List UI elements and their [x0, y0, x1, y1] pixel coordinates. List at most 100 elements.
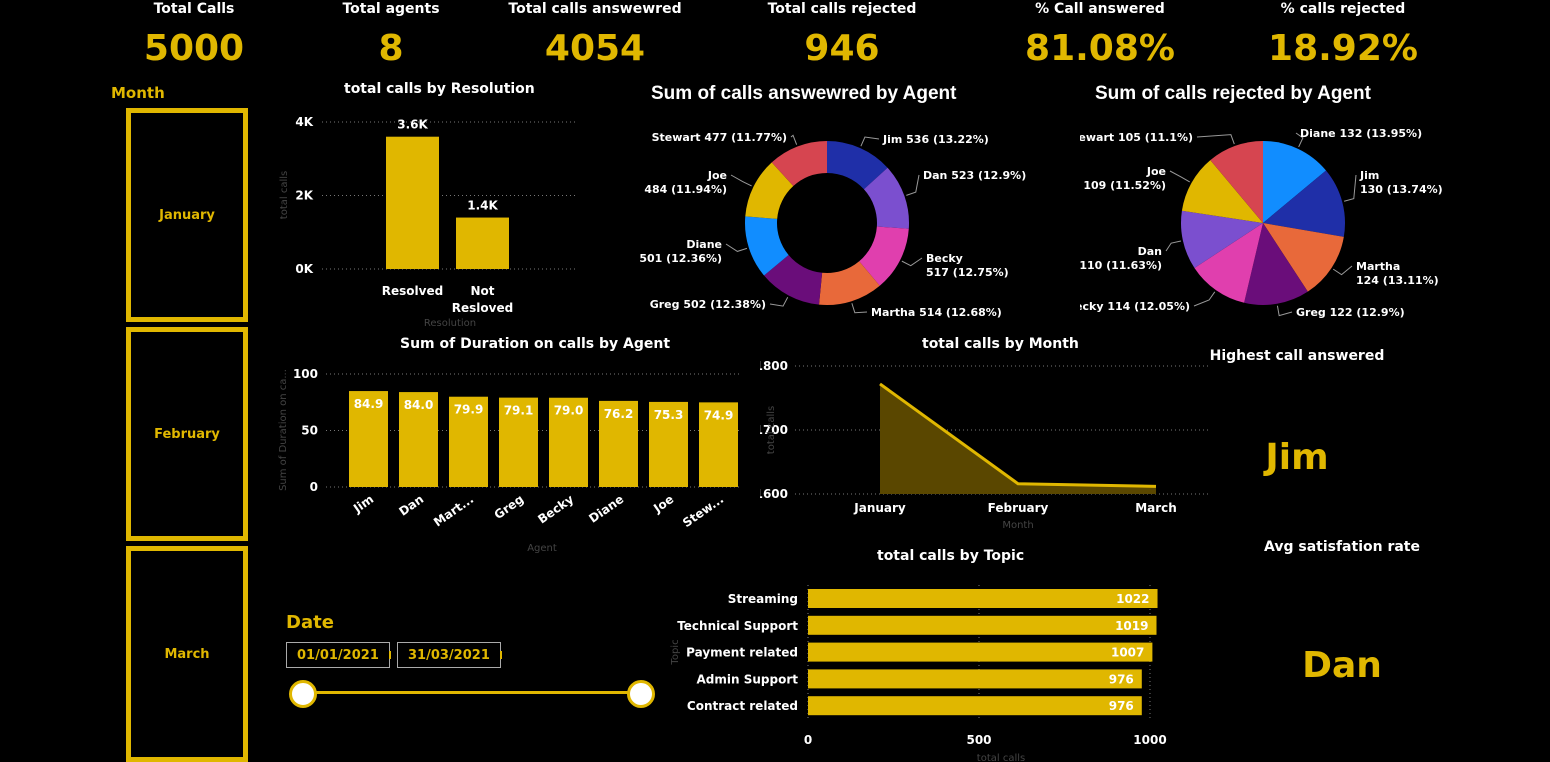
duration-bar-chart: 0 50 100 84.9 Jim 84.0 Dan 79.9 Mart... 79.1 Greg 7… — [278, 367, 740, 554]
slice-data-label: Diane 132 (13.95%) — [1300, 127, 1422, 140]
avg-satisfaction-value: Dan — [1302, 645, 1382, 686]
x-tick-label: 500 — [966, 733, 991, 747]
x-tick-label: Resolved — [382, 284, 443, 298]
highest-call-answered-label: Highest call answered — [1209, 348, 1385, 364]
month-button-label: March — [164, 646, 210, 662]
kpi-calls-rejected-value: 946 — [804, 28, 880, 69]
slice-data-label: Jim 536 (13.22%) — [882, 133, 989, 146]
chart-title-calls-by-month: total calls by Month — [922, 336, 1079, 352]
kpi-total-agents-label: Total agents — [342, 1, 440, 17]
end-date-value: 31/03/2021 — [408, 647, 490, 663]
leader-line — [1343, 174, 1357, 202]
x-tick-label: Stew... — [680, 492, 726, 530]
y-axis-label: Topic — [670, 639, 681, 665]
x-axis-label: Resolution — [424, 318, 476, 329]
month-button-label: January — [159, 207, 215, 223]
calendar-icon[interactable] — [499, 651, 502, 659]
leader-line — [730, 174, 752, 187]
bar-technical-support — [808, 615, 1157, 635]
bar-data-label: 74.9 — [704, 408, 734, 422]
y-tick-label: 4K — [295, 115, 313, 129]
topic-hbar-chart: 0 500 1000 1022 Streaming 1019 Technical Suppo… — [670, 585, 1167, 762]
bar-admin-support — [808, 669, 1142, 689]
x-tick-label: Joe — [650, 492, 676, 516]
month-area-chart: 160017001800JanuaryFebruaryMarchMonthtot… — [760, 359, 1208, 531]
leader-line — [1193, 291, 1216, 307]
bar-resolved — [386, 136, 439, 269]
calendar-icon[interactable] — [388, 651, 391, 659]
bar-not-resloved — [456, 217, 509, 269]
leader-line — [901, 257, 923, 267]
kpi-pct-rejected-value: 18.92% — [1268, 28, 1418, 69]
area-fill — [880, 383, 1156, 494]
date-slider-start-handle[interactable] — [289, 680, 317, 708]
x-tick-label: 0 — [804, 733, 812, 747]
month-button-january[interactable]: January — [126, 108, 248, 322]
month-button-label: February — [154, 426, 220, 442]
leader-line — [1276, 305, 1293, 317]
leader-line — [769, 297, 789, 307]
date-filter-title: Date — [286, 612, 334, 633]
chart-title-rejected-by-agent: Sum of calls rejected by Agent — [1095, 83, 1371, 104]
highest-call-answered-value: Jim — [1265, 437, 1329, 478]
slice-data-label: Jim 130 (13.74%) — [1359, 169, 1443, 196]
x-tick-label: 1000 — [1133, 733, 1166, 747]
bar-data-label: 84.9 — [354, 397, 384, 411]
bar-data-label: 84.0 — [404, 398, 434, 412]
leader-line — [1196, 134, 1235, 145]
x-tick-label: Diane — [586, 492, 626, 526]
y-tick-label: 2K — [295, 189, 313, 203]
bar-data-label: 79.1 — [504, 404, 534, 418]
month-button-february[interactable]: February — [126, 327, 248, 541]
kpi-total-calls-label: Total Calls — [153, 1, 235, 17]
chart-title-resolution: total calls by Resolution — [344, 81, 535, 97]
x-tick-label: February — [988, 501, 1049, 515]
y-axis-label: Sum of Duration on ca... — [278, 369, 289, 491]
kpi-calls-rejected-label: Total calls rejected — [767, 1, 917, 17]
avg-satisfaction-label: Avg satisfation rate — [1264, 539, 1420, 555]
bar-data-label: 1007 — [1111, 646, 1144, 660]
kpi-calls-answered-value: 4054 — [544, 28, 646, 69]
bar-streaming — [808, 589, 1158, 608]
kpi-total-agents-value: 8 — [378, 28, 404, 69]
x-tick-label: January — [853, 501, 906, 515]
end-date-input[interactable]: 31/03/2021 — [397, 642, 502, 668]
slice-data-label: Becky 114 (12.05%) — [1080, 300, 1190, 313]
leader-line — [860, 136, 880, 147]
resolution-bar-chart: 0K 2K 4K 3.6K Resolved 1.4K Not Resloved Resolut… — [279, 115, 576, 329]
bar-data-label: 1019 — [1115, 619, 1148, 633]
date-slider-end-handle[interactable] — [627, 680, 655, 708]
y-tick-label: 0K — [295, 262, 313, 276]
month-slicer-title: Month — [111, 84, 165, 102]
chart-title-duration-by-agent: Sum of Duration on calls by Agent — [400, 336, 671, 352]
bar-data-label: 3.6K — [397, 118, 428, 132]
slice-data-label: Dan 523 (12.9%) — [923, 169, 1026, 182]
x-tick-label: March — [1135, 501, 1177, 515]
slice-data-label: Stewart 477 (11.77%) — [652, 131, 787, 144]
x-tick-label: Jim — [350, 492, 376, 516]
bar-data-label: 76.2 — [604, 407, 634, 421]
x-axis-label: total calls — [977, 753, 1025, 762]
kpi-pct-answered-label: % Call answered — [1035, 1, 1165, 17]
leader-line — [1332, 265, 1353, 276]
bar-payment-related — [808, 642, 1153, 662]
slice-data-label: Dan 110 (11.63%) — [1080, 245, 1162, 272]
x-tick-label: Mart... — [431, 492, 476, 529]
date-slider-track[interactable] — [302, 691, 640, 694]
slice-data-label: Diane 501 (12.36%) — [640, 238, 722, 265]
month-button-march[interactable]: March — [126, 546, 248, 762]
y-tick-label: Contract related — [687, 699, 798, 713]
bar-data-label: 1.4K — [467, 199, 498, 213]
x-tick-label: Dan — [396, 492, 426, 519]
leader-line — [851, 303, 868, 314]
y-tick-label: Payment related — [686, 646, 798, 660]
leader-line — [725, 243, 748, 252]
start-date-input[interactable]: 01/01/2021 — [286, 642, 391, 668]
y-tick-label: 1800 — [760, 359, 788, 373]
leader-line — [1165, 240, 1182, 252]
kpi-pct-answered-value: 81.08% — [1025, 28, 1175, 69]
bar-data-label: 976 — [1109, 699, 1134, 713]
kpi-calls-answered-label: Total calls answewred — [508, 1, 682, 17]
slice-data-label: Martha 514 (12.68%) — [871, 306, 1002, 319]
y-tick-label: 0 — [310, 480, 318, 494]
